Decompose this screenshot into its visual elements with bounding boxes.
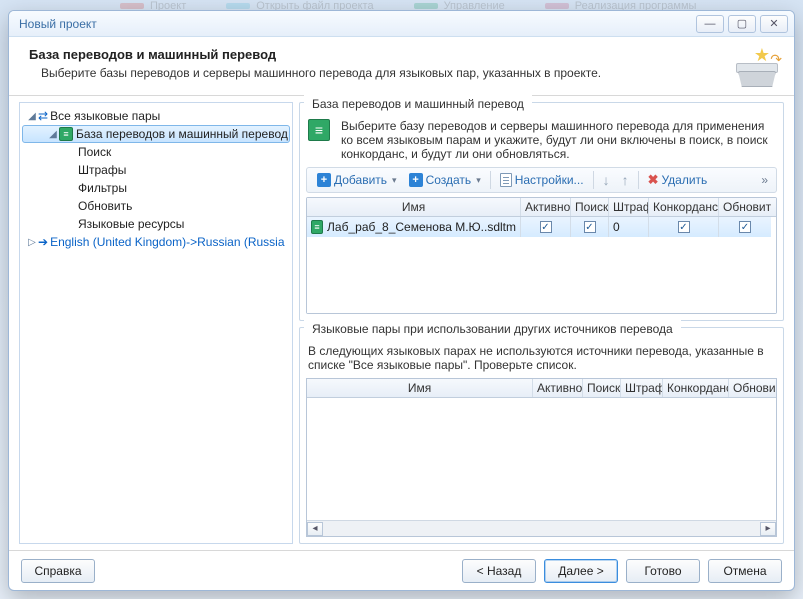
finish-button[interactable]: Готово xyxy=(626,559,700,583)
arrow-up-icon: ↑ xyxy=(622,172,629,188)
add-button[interactable]: + Добавить ▾ xyxy=(311,169,403,191)
tree-search[interactable]: Поиск xyxy=(22,143,290,161)
tree-penalty[interactable]: Штрафы xyxy=(22,161,290,179)
col2-update[interactable]: Обнови xyxy=(729,379,775,397)
col2-search[interactable]: Поиск xyxy=(583,379,621,397)
header-icon: ★ ↷ xyxy=(734,47,780,87)
help-button[interactable]: Справка xyxy=(21,559,95,583)
group-other-desc: В следующих языковых парах не используют… xyxy=(306,344,777,378)
back-button[interactable]: < Назад xyxy=(462,559,536,583)
group-tm: База переводов и машинный перевод ≡ Выбе… xyxy=(299,102,784,321)
tree-tm-node[interactable]: ◢ ≡ База переводов и машинный перевод xyxy=(22,125,290,143)
group-other-sources: Языковые пары при использовании других и… xyxy=(299,327,784,544)
empty-grid-body xyxy=(307,398,776,520)
window-title: Новый проект xyxy=(19,17,696,31)
close-button[interactable]: ✕ xyxy=(760,15,788,33)
cell-name: Лаб_раб_8_Семенова М.Ю..sdltm xyxy=(327,220,516,234)
tree-lang-pair[interactable]: ▷ ➔ English (United Kingdom)->Russian (R… xyxy=(22,233,290,251)
tm-icon: ≡ xyxy=(308,119,330,141)
arrow-right-icon: ➔ xyxy=(38,235,48,249)
scroll-right-button[interactable]: ▸ xyxy=(760,522,776,536)
col2-name[interactable]: Имя xyxy=(307,379,533,397)
tree-filters[interactable]: Фильтры xyxy=(22,179,290,197)
col-name[interactable]: Имя xyxy=(307,198,521,216)
col-active[interactable]: Активно xyxy=(521,198,571,216)
move-up-button[interactable]: ↑ xyxy=(616,169,635,191)
group-tm-hint: Выберите базу переводов и серверы машинн… xyxy=(341,119,775,161)
col-penalty[interactable]: Штраф xyxy=(609,198,649,216)
plus-icon: + xyxy=(317,173,331,187)
page-subtitle: Выберите базы переводов и серверы машинн… xyxy=(29,66,726,80)
wizard-header: База переводов и машинный перевод Выбери… xyxy=(9,37,794,96)
expander-icon[interactable]: ▷ xyxy=(26,237,38,248)
col2-penalty[interactable]: Штраф xyxy=(621,379,663,397)
minimize-button[interactable]: — xyxy=(696,15,724,33)
tree-all-pairs[interactable]: ◢ ⇄ Все языковые пары xyxy=(22,107,290,125)
arrow-down-icon: ↓ xyxy=(603,172,610,188)
chevron-down-icon[interactable]: ▾ xyxy=(392,175,397,186)
scroll-left-button[interactable]: ◂ xyxy=(307,522,323,536)
tm-icon: ≡ xyxy=(59,127,73,141)
page-title: База переводов и машинный перевод xyxy=(29,47,726,62)
update-checkbox[interactable] xyxy=(739,221,751,233)
close-icon: ✖ xyxy=(648,172,659,188)
tm-file-icon: ≡ xyxy=(311,220,323,234)
wizard-footer: Справка < Назад Далее > Готово Отмена xyxy=(9,550,794,590)
toolbar-overflow[interactable]: » xyxy=(757,173,772,187)
col-concord[interactable]: Конкорданс xyxy=(649,198,719,216)
expander-icon[interactable]: ◢ xyxy=(47,129,59,140)
group-other-title: Языковые пары при использовании других и… xyxy=(304,320,681,336)
nav-tree[interactable]: ◢ ⇄ Все языковые пары ◢ ≡ База переводов… xyxy=(19,102,293,544)
titlebar: Новый проект — ▢ ✕ xyxy=(9,11,794,37)
move-down-button[interactable]: ↓ xyxy=(597,169,616,191)
plus-icon: + xyxy=(409,173,423,187)
col-update[interactable]: Обновить xyxy=(719,198,771,216)
tree-update[interactable]: Обновить xyxy=(22,197,290,215)
tm-grid[interactable]: Имя Активно Поиск Штраф Конкорданс Обнов… xyxy=(306,197,777,314)
concord-checkbox[interactable] xyxy=(678,221,690,233)
double-arrow-icon: ⇄ xyxy=(38,109,48,123)
horizontal-scrollbar[interactable]: ◂ ▸ xyxy=(307,520,776,536)
active-checkbox[interactable] xyxy=(540,221,552,233)
group-tm-title: База переводов и машинный перевод xyxy=(304,95,532,111)
col2-concord[interactable]: Конкорданс xyxy=(663,379,729,397)
table-row[interactable]: ≡ Лаб_раб_8_Семенова М.Ю..sdltm 0 xyxy=(307,217,776,237)
expander-icon[interactable]: ◢ xyxy=(26,111,38,122)
create-button[interactable]: + Создать ▾ xyxy=(403,169,487,191)
wizard-window: Новый проект — ▢ ✕ База переводов и маши… xyxy=(8,10,795,591)
cell-penalty[interactable]: 0 xyxy=(613,220,620,234)
settings-doc-icon xyxy=(500,173,512,187)
tree-lang-res[interactable]: Языковые ресурсы xyxy=(22,215,290,233)
delete-button[interactable]: ✖ Удалить xyxy=(642,169,714,191)
col-search[interactable]: Поиск xyxy=(571,198,609,216)
settings-button[interactable]: Настройки... xyxy=(494,169,590,191)
col2-active[interactable]: Активно xyxy=(533,379,583,397)
cancel-button[interactable]: Отмена xyxy=(708,559,782,583)
next-button[interactable]: Далее > xyxy=(544,559,618,583)
tm-toolbar: + Добавить ▾ + Создать ▾ Настройки.. xyxy=(306,167,777,193)
chevron-down-icon[interactable]: ▾ xyxy=(476,175,481,186)
search-checkbox[interactable] xyxy=(584,221,596,233)
maximize-button[interactable]: ▢ xyxy=(728,15,756,33)
